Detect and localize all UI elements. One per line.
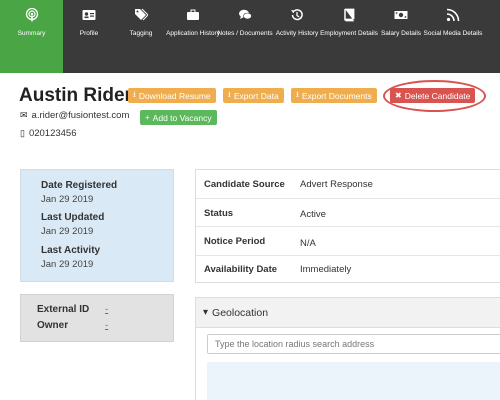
external-panel: External ID - Owner - bbox=[20, 294, 174, 342]
add-to-vacancy-button[interactable]: + Add to Vacancy bbox=[140, 110, 217, 125]
table-row: Availability Date Immediately bbox=[196, 255, 500, 284]
podcast-icon bbox=[25, 8, 38, 22]
tab-social-media-details[interactable]: Social Media Details bbox=[424, 0, 482, 73]
export-data-label: Export Data bbox=[233, 90, 279, 101]
tab-employment-details[interactable]: Employment Details bbox=[320, 0, 378, 73]
dates-panel: Date Registered Jan 29 2019 Last Updated… bbox=[20, 169, 174, 282]
tab-profile[interactable]: Profile bbox=[63, 0, 115, 73]
location-search-input[interactable] bbox=[207, 334, 500, 354]
comments-icon bbox=[239, 9, 252, 20]
email-text: a.rider@fusiontest.com bbox=[31, 110, 130, 121]
availability-date-value: Immediately bbox=[300, 264, 352, 275]
id-card-icon bbox=[82, 10, 96, 20]
last-updated-value: Jan 29 2019 bbox=[41, 226, 94, 237]
tab-label: Activity History bbox=[275, 30, 319, 37]
tags-icon bbox=[135, 8, 148, 21]
geolocation-panel: ▾ Geolocation bbox=[195, 297, 500, 400]
export-data-button[interactable]: ⭳ Export Data bbox=[223, 88, 284, 103]
owner-label: Owner bbox=[37, 320, 69, 331]
download-icon: ⭳ bbox=[228, 89, 231, 99]
add-to-vacancy-label: Add to Vacancy bbox=[152, 112, 212, 123]
tab-tagging[interactable]: Tagging bbox=[115, 0, 167, 73]
status-value: Active bbox=[300, 209, 326, 220]
owner-link[interactable]: - bbox=[105, 320, 108, 331]
top-nav: Summary Profile Tagging Application Hist… bbox=[0, 0, 500, 73]
date-registered-label: Date Registered bbox=[41, 180, 118, 191]
details-table: Candidate Source Advert Response Status … bbox=[195, 169, 500, 283]
download-icon: ⭳ bbox=[133, 89, 136, 99]
tab-label: Tagging bbox=[129, 30, 153, 37]
download-icon: ⭳ bbox=[296, 89, 299, 99]
briefcase-icon bbox=[187, 9, 199, 20]
mobile-icon: ▯ bbox=[20, 128, 25, 138]
external-id-label: External ID bbox=[37, 304, 90, 315]
highlight-circle bbox=[383, 80, 486, 112]
download-resume-button[interactable]: ⭳ Download Resume bbox=[128, 88, 216, 103]
notice-period-value: N/A bbox=[300, 238, 316, 249]
phone-text: 020123456 bbox=[28, 128, 77, 139]
notice-period-label: Notice Period bbox=[204, 236, 266, 247]
geolocation-title: Geolocation bbox=[212, 306, 269, 319]
tab-summary[interactable]: Summary bbox=[0, 0, 63, 73]
money-icon bbox=[394, 11, 408, 19]
tab-activity-history[interactable]: Activity History bbox=[271, 0, 323, 73]
tab-salary-details[interactable]: Salary Details bbox=[375, 0, 427, 73]
table-row: Candidate Source Advert Response bbox=[196, 170, 500, 198]
external-id-link[interactable]: - bbox=[105, 304, 108, 315]
history-icon bbox=[291, 9, 303, 21]
tab-application-history[interactable]: Application History bbox=[166, 0, 220, 73]
availability-date-label: Availability Date bbox=[204, 264, 278, 275]
date-registered-value: Jan 29 2019 bbox=[41, 194, 94, 205]
tab-label: Employment Details bbox=[320, 30, 378, 37]
tab-label: Summary bbox=[17, 30, 46, 37]
candidate-email: ✉ a.rider@fusiontest.com bbox=[20, 110, 129, 121]
export-documents-button[interactable]: ⭳ Export Documents bbox=[291, 88, 377, 103]
map-area[interactable] bbox=[207, 362, 500, 400]
tab-label: Application History bbox=[166, 30, 220, 37]
tab-notes-documents[interactable]: Notes / Documents bbox=[217, 0, 273, 73]
rss-icon bbox=[446, 8, 460, 22]
last-activity-label: Last Activity bbox=[41, 245, 101, 256]
candidate-name: Austin Rider bbox=[19, 85, 132, 106]
plus-icon: + bbox=[145, 113, 150, 122]
candidate-phone: ▯ 020123456 bbox=[20, 128, 77, 139]
tab-label: Salary Details bbox=[380, 30, 422, 37]
tab-label: Social Media Details bbox=[423, 30, 483, 37]
book-icon bbox=[344, 8, 355, 22]
tab-label: Profile bbox=[79, 30, 99, 37]
geolocation-header: ▾ Geolocation bbox=[196, 298, 500, 328]
export-documents-label: Export Documents bbox=[301, 90, 372, 101]
download-resume-label: Download Resume bbox=[138, 90, 211, 101]
table-row: Status Active bbox=[196, 198, 500, 226]
tab-label: Notes / Documents bbox=[217, 30, 273, 37]
candidate-source-value: Advert Response bbox=[300, 179, 373, 190]
table-row: Notice Period N/A bbox=[196, 226, 500, 255]
envelope-icon: ✉ bbox=[20, 110, 28, 120]
candidate-source-label: Candidate Source bbox=[204, 179, 285, 190]
last-updated-label: Last Updated bbox=[41, 212, 105, 223]
last-activity-value: Jan 29 2019 bbox=[41, 259, 94, 270]
status-label: Status bbox=[204, 208, 234, 219]
map-marker-icon: ▾ bbox=[203, 307, 209, 318]
